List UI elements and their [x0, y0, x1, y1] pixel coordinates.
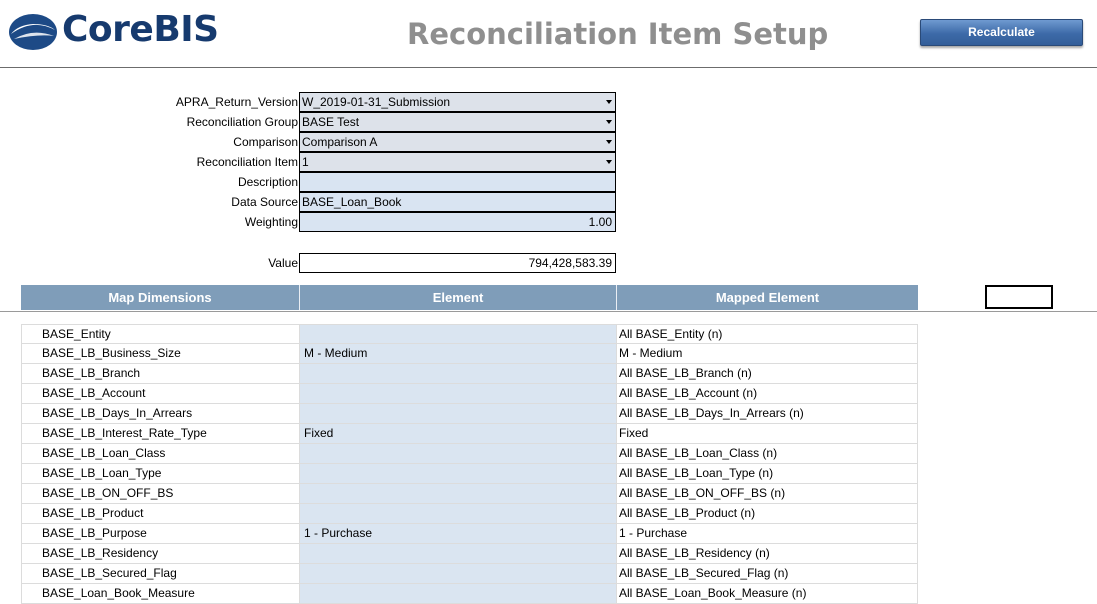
table-row: BASE_LB_Account All BASE_LB_Account (n) [21, 384, 918, 404]
table-row: BASE_LB_Business_Size M - Medium M - Mediu… [21, 344, 918, 364]
mapped-element-cell: All BASE_LB_ON_OFF_BS (n) [616, 484, 918, 503]
table-row: BASE_LB_Loan_Type All BASE_LB_Loan_Type (… [21, 464, 918, 484]
page-title: Reconciliation Item Setup [407, 17, 829, 51]
map-dimension-cell: BASE_Loan_Book_Measure [21, 584, 299, 603]
element-cell[interactable] [299, 484, 616, 503]
element-cell[interactable] [299, 364, 616, 383]
element-cell[interactable]: Fixed [299, 424, 616, 443]
column-header-element: Element [299, 285, 616, 310]
mapped-element-cell: All BASE_Entity (n) [616, 325, 918, 343]
element-cell[interactable] [299, 584, 616, 603]
map-dimension-cell: BASE_LB_Interest_Rate_Type [21, 424, 299, 443]
table-row: BASE_LB_Days_In_Arrears All BASE_LB_Days_… [21, 404, 918, 424]
map-dimension-cell: BASE_LB_ON_OFF_BS [21, 484, 299, 503]
table-divider [0, 311, 1097, 312]
element-cell[interactable]: M - Medium [299, 344, 616, 363]
table-row: BASE_LB_Secured_Flag All BASE_LB_Secured_… [21, 564, 918, 584]
map-dimension-cell: BASE_LB_Business_Size [21, 344, 299, 363]
apra-return-version-select[interactable]: W_2019-01-31_Submission [299, 92, 616, 112]
reconciliation-group-label: Reconciliation Group [186, 115, 298, 129]
comparison-value: Comparison A [302, 135, 378, 149]
description-label: Description [237, 175, 298, 189]
table-row: BASE_Loan_Book_Measure All BASE_Loan_Book… [21, 584, 918, 604]
apra-return-version-label: APRA_Return_Version [175, 95, 298, 109]
map-dimension-cell: BASE_Entity [21, 325, 299, 343]
mapped-element-cell: All BASE_LB_Secured_Flag (n) [616, 564, 918, 583]
mapped-element-cell: All BASE_LB_Days_In_Arrears (n) [616, 404, 918, 423]
mapped-element-cell: Fixed [616, 424, 918, 443]
reconciliation-item-select[interactable]: 1 [299, 152, 616, 172]
table-row: BASE_LB_ON_OFF_BS All BASE_LB_ON_OFF_BS (… [21, 484, 918, 504]
column-header-mapped-element: Mapped Element [616, 285, 918, 310]
mapping-table: BASE_Entity All BASE_Entity (n) BASE_LB_Bu… [21, 324, 918, 604]
mapped-element-cell: All BASE_Loan_Book_Measure (n) [616, 584, 918, 603]
dropdown-arrow-icon[interactable] [606, 120, 612, 124]
element-cell[interactable] [299, 464, 616, 483]
recalculate-button[interactable]: Recalculate [920, 19, 1083, 46]
value-field: 794,428,583.39 [299, 253, 616, 273]
element-cell[interactable] [299, 504, 616, 523]
header-divider [0, 67, 1097, 68]
mapped-element-cell: All BASE_LB_Loan_Type (n) [616, 464, 918, 483]
mapped-element-cell: All BASE_LB_Loan_Class (n) [616, 444, 918, 463]
table-row: BASE_Entity All BASE_Entity (n) [21, 324, 918, 344]
table-row: BASE_LB_Residency All BASE_LB_Residency (… [21, 544, 918, 564]
corebis-logo: CoreBIS [8, 6, 219, 54]
dropdown-arrow-icon[interactable] [606, 100, 612, 104]
apra-return-version-value: W_2019-01-31_Submission [302, 95, 451, 109]
dropdown-arrow-icon[interactable] [606, 140, 612, 144]
map-dimension-cell: BASE_LB_Purpose [21, 524, 299, 543]
map-dimension-cell: BASE_LB_Secured_Flag [21, 564, 299, 583]
table-row: BASE_LB_Interest_Rate_Type Fixed Fixed [21, 424, 918, 444]
data-source-field[interactable]: BASE_Loan_Book [299, 192, 616, 212]
map-dimension-cell: BASE_LB_Residency [21, 544, 299, 563]
map-dimension-cell: BASE_LB_Product [21, 504, 299, 523]
element-cell[interactable] [299, 384, 616, 403]
mapped-element-cell: All BASE_LB_Residency (n) [616, 544, 918, 563]
dropdown-arrow-icon[interactable] [606, 160, 612, 164]
logo-text: CoreBIS [62, 9, 219, 50]
map-dimension-cell: BASE_LB_Account [21, 384, 299, 403]
weighting-field[interactable]: 1.00 [299, 212, 616, 232]
comparison-select[interactable]: Comparison A [299, 132, 616, 152]
map-dimension-cell: BASE_LB_Loan_Type [21, 464, 299, 483]
mapped-element-cell: M - Medium [616, 344, 918, 363]
mapped-element-cell: All BASE_LB_Account (n) [616, 384, 918, 403]
element-cell[interactable] [299, 544, 616, 563]
map-dimension-cell: BASE_LB_Branch [21, 364, 299, 383]
element-cell[interactable] [299, 444, 616, 463]
selected-cell[interactable] [985, 285, 1053, 309]
comparison-label: Comparison [233, 135, 298, 149]
reconciliation-group-value: BASE Test [302, 115, 360, 129]
reconciliation-item-value: 1 [302, 155, 309, 169]
description-field[interactable] [299, 172, 616, 192]
table-row: BASE_LB_Branch All BASE_LB_Branch (n) [21, 364, 918, 384]
element-cell[interactable] [299, 564, 616, 583]
element-cell[interactable] [299, 325, 616, 343]
map-dimension-cell: BASE_LB_Days_In_Arrears [21, 404, 299, 423]
mapped-element-cell: All BASE_LB_Product (n) [616, 504, 918, 523]
data-source-label: Data Source [231, 195, 298, 209]
element-cell[interactable] [299, 404, 616, 423]
reconciliation-group-select[interactable]: BASE Test [299, 112, 616, 132]
table-row: BASE_LB_Purpose 1 - Purchase 1 - Purchase [21, 524, 918, 544]
weighting-label: Weighting [244, 215, 298, 229]
element-cell[interactable]: 1 - Purchase [299, 524, 616, 543]
reconciliation-item-label: Reconciliation Item [196, 155, 298, 169]
column-header-map-dimensions: Map Dimensions [21, 285, 299, 310]
table-row: BASE_LB_Product All BASE_LB_Product (n) [21, 504, 918, 524]
mapped-element-cell: All BASE_LB_Branch (n) [616, 364, 918, 383]
value-label: Value [268, 256, 298, 270]
table-row: BASE_LB_Loan_Class All BASE_LB_Loan_Class… [21, 444, 918, 464]
globe-logo-icon [9, 14, 57, 50]
map-dimension-cell: BASE_LB_Loan_Class [21, 444, 299, 463]
mapped-element-cell: 1 - Purchase [616, 524, 918, 543]
